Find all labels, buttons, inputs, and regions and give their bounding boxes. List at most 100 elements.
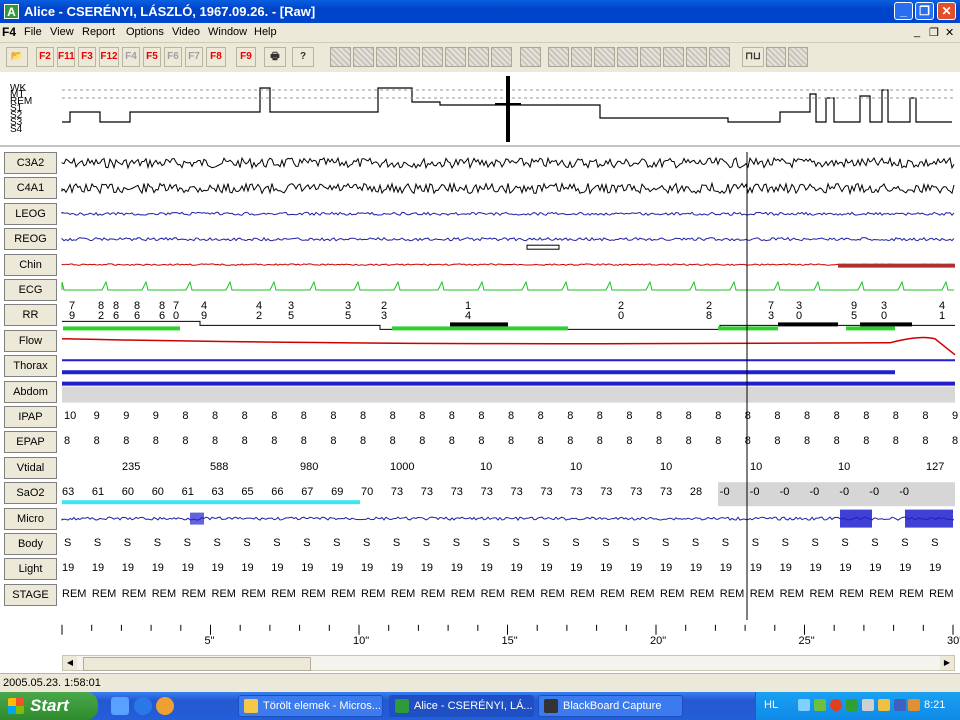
channel-label-ipap[interactable]: IPAP [4,406,57,428]
task-alice[interactable]: Alice - CSERÉNYI, LÁ... [389,695,534,717]
toolbar-icon[interactable] [520,47,541,67]
channel-label-vtidal[interactable]: Vtidal [4,456,57,479]
channel-label-rr[interactable]: RR [4,304,57,327]
menu-file[interactable]: File [24,26,42,38]
menu-report[interactable]: Report [82,26,115,38]
toolbar-icon[interactable] [766,47,786,67]
language-indicator[interactable]: HL [764,699,778,711]
f8-button[interactable]: F8 [206,47,226,67]
toolbar-icon[interactable] [571,47,592,67]
scroll-thumb[interactable] [83,657,311,671]
channel-label-c4a1[interactable]: C4A1 [4,177,57,200]
task-recycle-bin[interactable]: Törölt elemek - Micros... [238,695,383,717]
start-button[interactable]: Start [0,692,98,720]
toolbar-icon[interactable] [445,47,466,67]
menu-options[interactable]: Options [126,26,164,38]
channel-label-stage[interactable]: STAGE [4,583,57,606]
quicklaunch-desktop-icon[interactable] [111,697,129,715]
f9-button[interactable]: F9 [236,47,256,67]
menu-video[interactable]: Video [172,26,200,38]
menu-help[interactable]: Help [254,26,277,38]
stage-value: REM [660,587,685,600]
tray-icon[interactable] [894,699,906,711]
toolbar-icon[interactable] [663,47,684,67]
tray-icon[interactable] [830,699,842,711]
channel-label-light[interactable]: Light [4,558,57,581]
ipap-value: 8 [537,410,544,422]
menu-view[interactable]: View [50,26,74,38]
rr-value-bottom: 9 [68,310,76,323]
scroll-left-icon[interactable]: ◀ [63,656,77,670]
channel-label-chin[interactable]: Chin [4,253,57,276]
tray-icon[interactable] [846,699,858,711]
internet-explorer-icon[interactable] [134,697,152,715]
tray-icon[interactable] [862,699,874,711]
rr-value-bottom: 3 [380,310,388,323]
stage-value: REM [719,587,745,600]
print-icon[interactable]: 🖶 [264,47,286,67]
menu-window[interactable]: Window [208,26,247,38]
toolbar-icon[interactable] [491,47,512,67]
channel-label-c3a2[interactable]: C3A2 [4,152,57,174]
toolbar-icon[interactable] [353,47,374,67]
task-blackboard[interactable]: BlackBoard Capture [538,695,683,717]
mdi-close-icon[interactable]: ✕ [945,26,954,39]
toolbar-icon[interactable] [422,47,443,67]
ipap-value: 10 [64,410,77,422]
light-value: 19 [689,562,703,575]
close-button[interactable]: ✕ [937,2,956,20]
f12-button[interactable]: F12 [99,47,119,67]
channel-label-micro[interactable]: Micro [4,507,57,530]
channel-label-ecg[interactable]: ECG [4,279,57,301]
horizontal-scrollbar[interactable]: ◀ ▶ [62,655,955,671]
tray-icon[interactable] [798,699,810,711]
f7-button[interactable]: F7 [185,47,203,67]
ipap-value: 8 [626,410,633,422]
f11-button[interactable]: F11 [57,47,75,67]
f5-button[interactable]: F5 [143,47,161,67]
channel-label-flow[interactable]: Flow [4,329,57,352]
toolbar-icon[interactable] [376,47,397,67]
channel-label-body[interactable]: Body [4,533,57,555]
channel-label-thorax[interactable]: Thorax [4,355,57,378]
channel-label-leog[interactable]: LEOG [4,202,57,225]
toolbar-icon[interactable] [399,47,420,67]
channel-label-reog[interactable]: REOG [4,228,57,251]
tray-icon[interactable] [878,699,890,711]
channel-label-epap[interactable]: EPAP [4,431,57,454]
toolbar-icon[interactable] [686,47,707,67]
toolbar-icon[interactable] [640,47,661,67]
scroll-right-icon[interactable]: ▶ [940,656,954,670]
mdi-minimize-icon[interactable]: _ [914,26,920,38]
f2-button[interactable]: F2 [36,47,54,67]
toolbar-icon[interactable] [468,47,489,67]
f3-button[interactable]: F3 [78,47,96,67]
toolbar-icon[interactable] [548,47,569,67]
toolbar-icon[interactable] [788,47,808,67]
tray-icon[interactable] [908,699,920,711]
minimize-button[interactable]: _ [894,2,913,20]
recording-view[interactable]: WK MT REM S1 S2 S3 S4 C3A2 C4A1 LEOG REOG Ch… [0,72,960,655]
open-folder-icon[interactable]: 📂 [6,47,28,67]
rr-value: 73 [767,301,775,322]
channel-label-abdom[interactable]: Abdom [4,380,57,403]
maximize-button[interactable]: ❐ [915,2,934,20]
toolbar-icon[interactable] [594,47,615,67]
toolbar-icon[interactable] [617,47,638,67]
tray-icon[interactable] [814,699,826,711]
sao2-value: 60 [121,486,135,499]
ipap-value: 8 [212,410,219,422]
toolbar-icon[interactable] [330,47,351,67]
channel-label-sao2[interactable]: SaO2 [4,482,57,505]
alice-app-icon[interactable]: A [4,4,19,19]
step-wave-icon[interactable]: ⊓⊔ [742,47,764,67]
f4-button[interactable]: F4 [122,47,140,67]
title-bar[interactable]: A Alice - CSERÉNYI, LÁSZLÓ, 1967.09.26. … [0,0,960,23]
body-value: S [303,537,311,549]
toolbar-icon[interactable] [709,47,730,67]
mdi-restore-icon[interactable]: ❐ [929,26,939,39]
epap-value: 8 [508,435,515,448]
f6-button[interactable]: F6 [164,47,182,67]
help-icon[interactable]: ? [292,47,314,67]
media-player-icon[interactable] [156,697,174,715]
